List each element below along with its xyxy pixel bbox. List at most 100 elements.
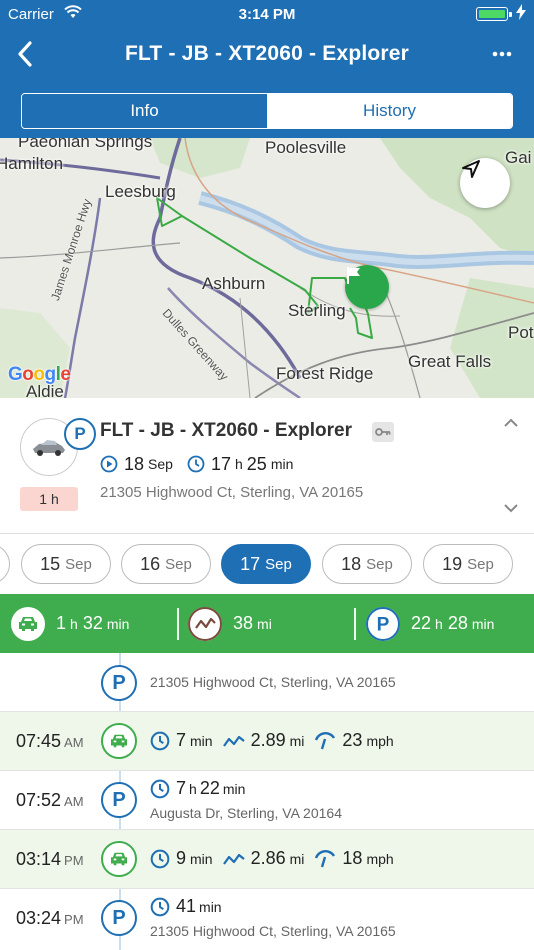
tab-history[interactable]: History bbox=[267, 94, 512, 128]
date-pill-19[interactable]: 19 Sep bbox=[423, 544, 513, 584]
summary-drive-minutes: 32 bbox=[82, 613, 103, 633]
row-ampm: AM bbox=[64, 794, 84, 809]
car-icon bbox=[11, 606, 45, 641]
park-duration-minutes-unit: min bbox=[222, 780, 246, 797]
row-time-value: 03:14 bbox=[16, 849, 62, 869]
clock: 3:14 PM bbox=[238, 6, 296, 23]
more-button[interactable] bbox=[488, 42, 516, 66]
park-duration-hours-unit: h bbox=[189, 780, 197, 797]
date-pill-16[interactable]: 16 Sep bbox=[121, 544, 211, 584]
date-pill-15[interactable]: 15 Sep bbox=[21, 544, 111, 584]
vehicle-location-marker[interactable] bbox=[345, 265, 389, 309]
row-address: 21305 Highwood Ct, Sterling, VA 20165 bbox=[150, 674, 396, 690]
duration-hours-unit: h bbox=[234, 456, 243, 472]
timeline-row-park[interactable]: 07:52 AM P 7h 22 min Augusta Dr, Sterling,… bbox=[0, 771, 534, 830]
clock-icon bbox=[150, 849, 170, 869]
row-time: 07:52 AM bbox=[16, 790, 84, 811]
clock-icon bbox=[150, 779, 170, 799]
summary-drive-time: 1 h 32 min bbox=[11, 594, 134, 653]
row-ampm: PM bbox=[64, 853, 84, 868]
date-month: Sep bbox=[366, 555, 393, 573]
chevron-down-icon bbox=[504, 504, 518, 513]
parking-icon: P bbox=[101, 900, 137, 936]
parking-icon: P bbox=[101, 665, 137, 701]
timeline-row-drive[interactable]: 07:45 AM 7 min 2.89 mi 23 mph bbox=[0, 712, 534, 771]
park-duration-hours: 7 bbox=[176, 778, 187, 798]
date-day: 19 bbox=[442, 553, 463, 574]
drive-distance: 2.89 bbox=[250, 730, 286, 750]
drive-duration: 7 bbox=[176, 730, 187, 750]
distance-trend-icon bbox=[188, 606, 222, 641]
more-dots-icon bbox=[492, 51, 512, 57]
map-label-forest-ridge: Forest Ridge bbox=[276, 364, 374, 383]
summary-distance-value: 38 bbox=[233, 613, 254, 633]
date-pill-17[interactable]: 17 Sep bbox=[221, 544, 311, 584]
tab-info[interactable]: Info bbox=[22, 94, 267, 128]
last-date-month: Sep bbox=[148, 456, 173, 472]
timeline-row-park[interactable]: P 21305 Highwood Ct, Sterling, VA 20165 bbox=[0, 653, 534, 712]
row-time: 03:24 PM bbox=[16, 908, 84, 929]
row-ampm: PM bbox=[64, 912, 84, 927]
map-label-sterling: Sterling bbox=[288, 301, 346, 320]
svg-text:P: P bbox=[377, 614, 390, 635]
nav-bar: FLT - JB - XT2060 - Explorer bbox=[0, 30, 534, 80]
key-icon bbox=[372, 422, 394, 442]
summary-distance-unit: mi bbox=[257, 615, 272, 632]
drive-distance-unit: mi bbox=[289, 850, 305, 867]
car-icon bbox=[101, 723, 137, 759]
app-screen: Carrier 3:14 PM FLT - JB - XT2060 - Expl… bbox=[0, 0, 534, 950]
last-date-day: 18 bbox=[124, 453, 145, 474]
charging-icon bbox=[516, 4, 526, 24]
park-duration: 41 bbox=[176, 896, 197, 916]
vehicle-address: 21305 Highwood Ct, Sterling, VA 20165 bbox=[100, 484, 364, 501]
navigation-arrow-icon bbox=[462, 160, 480, 178]
map-label-hamilton: Hamilton bbox=[0, 154, 64, 173]
summary-drive-hours: 1 bbox=[56, 613, 67, 633]
map-view[interactable]: Paeonian Springs Hamilton Poolesville Ga… bbox=[0, 138, 534, 398]
summary-distance: 38 mi bbox=[188, 594, 277, 653]
timeline-row-drive[interactable]: 03:14 PM 9 min 2.86 mi 18 mph bbox=[0, 830, 534, 889]
summary-park-time: P 22 h 28 min bbox=[366, 594, 499, 653]
chevron-up-icon bbox=[504, 418, 518, 427]
collapse-button[interactable] bbox=[504, 414, 518, 432]
back-button[interactable] bbox=[10, 38, 40, 70]
vehicle-card[interactable]: P 1 h FLT - JB - XT2060 - Explorer 18 Se… bbox=[0, 398, 534, 534]
date-day: 15 bbox=[40, 553, 61, 574]
expand-button[interactable] bbox=[504, 500, 518, 518]
clock-icon bbox=[187, 455, 205, 473]
flag-icon bbox=[347, 267, 360, 284]
map-label-great-falls: Great Falls bbox=[408, 352, 492, 371]
date-pill-prev[interactable] bbox=[0, 544, 10, 584]
duration-minutes: 25 bbox=[246, 453, 267, 474]
drive-speed: 18 bbox=[342, 848, 363, 868]
park-stats: 7h 22 min bbox=[150, 778, 248, 799]
drive-stats: 9 min 2.86 mi 18 mph bbox=[150, 848, 404, 869]
date-pill-18[interactable]: 18 Sep bbox=[322, 544, 412, 584]
duration-badge: 1 h bbox=[20, 487, 78, 511]
drive-duration: 9 bbox=[176, 848, 187, 868]
drive-speed-unit: mph bbox=[366, 732, 394, 749]
page-title: FLT - JB - XT2060 - Explorer bbox=[124, 42, 410, 65]
date-month: Sep bbox=[467, 555, 494, 573]
date-day: 18 bbox=[341, 553, 362, 574]
summary-divider bbox=[354, 608, 356, 640]
parked-badge: P bbox=[64, 418, 96, 450]
clock-icon bbox=[150, 731, 170, 751]
map-label-poolesville: Poolesville bbox=[265, 138, 347, 157]
status-bar: Carrier 3:14 PM bbox=[0, 0, 534, 28]
summary-park-hours-unit: h bbox=[435, 615, 443, 632]
distance-trend-icon bbox=[222, 734, 245, 748]
map-label-paeonian-springs: Paeonian Springs bbox=[18, 138, 153, 151]
date-month: Sep bbox=[165, 555, 192, 573]
summary-park-minutes-unit: min bbox=[471, 615, 495, 632]
battery-icon bbox=[476, 7, 512, 21]
row-time-value: 03:24 bbox=[16, 908, 62, 928]
date-day: 17 bbox=[240, 553, 261, 574]
map-label-leesburg: Leesburg bbox=[105, 182, 176, 201]
locate-button[interactable] bbox=[460, 158, 510, 208]
speedometer-icon bbox=[314, 731, 336, 750]
timeline-row-park[interactable]: 03:24 PM P 41 min 21305 Highwood Ct, Sterl… bbox=[0, 889, 534, 950]
park-duration-unit: min bbox=[199, 898, 222, 915]
drive-stats: 7 min 2.89 mi 23 mph bbox=[150, 730, 404, 751]
date-month: Sep bbox=[65, 555, 92, 573]
